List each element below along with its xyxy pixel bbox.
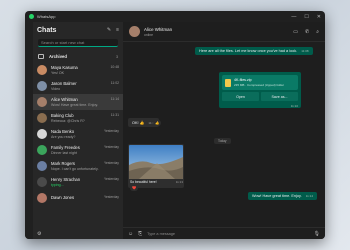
chat-name: Family Freedes [51, 145, 80, 150]
chat-list-item[interactable]: Baking Club 11:31 Rebecca: @Chris R? [33, 110, 123, 126]
archived-count: 3 [116, 54, 118, 59]
chat-list: Maya Kasuma 10:48 Yes! OK Jason Balmer 11:02… [33, 62, 123, 206]
whatsapp-logo-icon [29, 14, 34, 19]
chat-name: Maya Kasuma [51, 65, 78, 70]
photo-message[interactable]: So beautiful here! 11:13 [128, 144, 184, 188]
chat-avatar [37, 65, 47, 75]
chat-list-item[interactable]: Mark Rogers Yesterday Nope. I can't go unf… [33, 158, 123, 174]
title-bar: WhatsApp — ☐ ✕ [25, 11, 325, 22]
chat-preview: Yes! OK [51, 71, 65, 75]
search-box[interactable] [38, 39, 118, 47]
chat-time: Yesterday [104, 161, 119, 165]
photo-caption: So beautiful here! [130, 180, 157, 184]
file-name: 4K-files.zip [234, 78, 252, 82]
chat-name: Mark Rogers [51, 161, 75, 166]
settings-gear-icon[interactable]: ⚙ [37, 231, 41, 237]
message-input[interactable] [147, 231, 314, 236]
search-input[interactable] [41, 40, 115, 45]
outgoing-message[interactable]: Here are all the files. Let me know once… [195, 47, 313, 55]
archived-row[interactable]: Archived 3 [33, 51, 123, 62]
chat-avatar [37, 97, 47, 107]
filter-icon[interactable]: ≡ [116, 27, 119, 33]
chat-avatar [37, 113, 47, 123]
chat-time: Yesterday [104, 177, 119, 181]
photo-reaction[interactable]: ❤️ [130, 185, 139, 191]
chat-list-item[interactable]: Nada Benko Yesterday Are you ready? [33, 126, 123, 142]
file-attachment-message[interactable]: 4K-files.zip 235 MB · Compressed (zipped… [219, 72, 301, 108]
app-window: WhatsApp — ☐ ✕ Chats ✎ ≡ Archived 3 [25, 11, 325, 239]
attach-icon[interactable]: ⎘ [138, 231, 142, 237]
chat-time: Yesterday [104, 145, 119, 149]
message-composer: ☺ ⎘ 🎙 [123, 227, 325, 239]
chat-preview: Video [51, 87, 61, 91]
microphone-icon[interactable]: 🎙 [314, 231, 320, 237]
chat-preview: Wow! Have great time. Enjoy. [51, 103, 99, 107]
contact-avatar[interactable] [129, 26, 140, 37]
message-text: Wow! Have great time. Enjoy. [251, 194, 302, 198]
contact-name: Alice Whitman [144, 26, 173, 32]
conversation-panel: Alice Whitman online ▭ ✆ ⌕ Here are all … [123, 22, 325, 239]
chat-preview: typing... [51, 183, 64, 187]
chat-preview: Are you ready? [51, 135, 76, 139]
message-text: OK! 👍 [132, 121, 145, 125]
chat-avatar [37, 145, 47, 155]
chat-time: 10:48 [110, 65, 120, 69]
chat-time: 11:02 [110, 81, 119, 85]
message-area: Here are all the files. Let me know once… [123, 42, 325, 227]
minimize-icon[interactable]: — [291, 14, 296, 20]
outgoing-message[interactable]: Wow! Have great time. Enjoy. 11:14 [247, 192, 317, 200]
message-time: 11:14 [305, 194, 313, 198]
search-icon[interactable]: ⌕ [316, 29, 319, 35]
chat-avatar [37, 161, 47, 171]
window-title: WhatsApp [37, 14, 56, 19]
chat-avatar [37, 177, 47, 187]
chat-name: Henry Strachan [51, 177, 81, 182]
landscape-photo[interactable] [129, 145, 183, 179]
file-meta: 235 MB · Compressed (zipped) folder [234, 83, 285, 87]
message-time: 11:10 [290, 104, 298, 108]
chat-name: Baking Club [51, 113, 74, 118]
sidebar-title: Chats [37, 26, 57, 34]
message-time: 11:13 [175, 180, 183, 184]
chat-preview: Rebecca: @Chris R? [51, 119, 85, 123]
chat-list-item[interactable]: Jason Balmer 11:02 Video [33, 78, 123, 94]
video-call-icon[interactable]: ▭ [293, 29, 298, 35]
chat-avatar [37, 81, 47, 91]
conversation-header[interactable]: Alice Whitman online ▭ ✆ ⌕ [123, 22, 325, 42]
maximize-icon[interactable]: ☐ [304, 14, 308, 20]
chat-list-item[interactable]: Maya Kasuma 10:48 Yes! OK [33, 62, 123, 78]
date-divider: Today [214, 138, 231, 144]
zip-file-icon [225, 78, 231, 87]
message-time: 11:08 [301, 49, 309, 53]
chat-name: Jason Balmer [51, 81, 77, 86]
chat-preview: Dinner last night [51, 151, 77, 155]
archive-icon [38, 54, 44, 59]
chat-avatar [37, 193, 47, 203]
chat-name: Alice Whitman [51, 97, 78, 102]
chat-time: Yesterday [104, 195, 119, 199]
chat-list-item[interactable]: Family Freedes Yesterday Dinner last night [33, 142, 123, 158]
chat-time: 11:14 [110, 97, 119, 101]
new-chat-icon[interactable]: ✎ [107, 27, 111, 33]
chat-avatar [37, 129, 47, 139]
voice-call-icon[interactable]: ✆ [305, 29, 309, 35]
chat-list-item[interactable]: Dawn Jones Yesterday [33, 190, 123, 206]
contact-status: online [144, 32, 154, 37]
message-text: Here are all the files. Let me know once… [199, 49, 298, 53]
chat-list-item[interactable]: Henry Strachan Yesterday typing... [33, 174, 123, 190]
chat-name: Nada Benko [51, 129, 75, 134]
emoji-icon[interactable]: ☺ [128, 231, 133, 237]
chat-time: 11:31 [110, 113, 119, 117]
close-icon[interactable]: ✕ [317, 14, 321, 20]
save-as-button[interactable]: Save as... [261, 92, 298, 101]
message-reaction[interactable]: 👍 [153, 120, 162, 126]
chat-time: Yesterday [104, 129, 119, 133]
chat-preview: Nope. I can't go unfortunately. [51, 167, 99, 171]
chat-name: Dawn Jones [51, 195, 75, 200]
nav-rail [25, 22, 33, 239]
chat-list-panel: Chats ✎ ≡ Archived 3 Maya Kasuma 10:48 Yes… [33, 22, 123, 239]
open-file-button[interactable]: Open [222, 92, 259, 101]
archived-label: Archived [49, 54, 67, 59]
chat-list-item[interactable]: Alice Whitman 11:14 Wow! Have great time. … [33, 94, 123, 110]
